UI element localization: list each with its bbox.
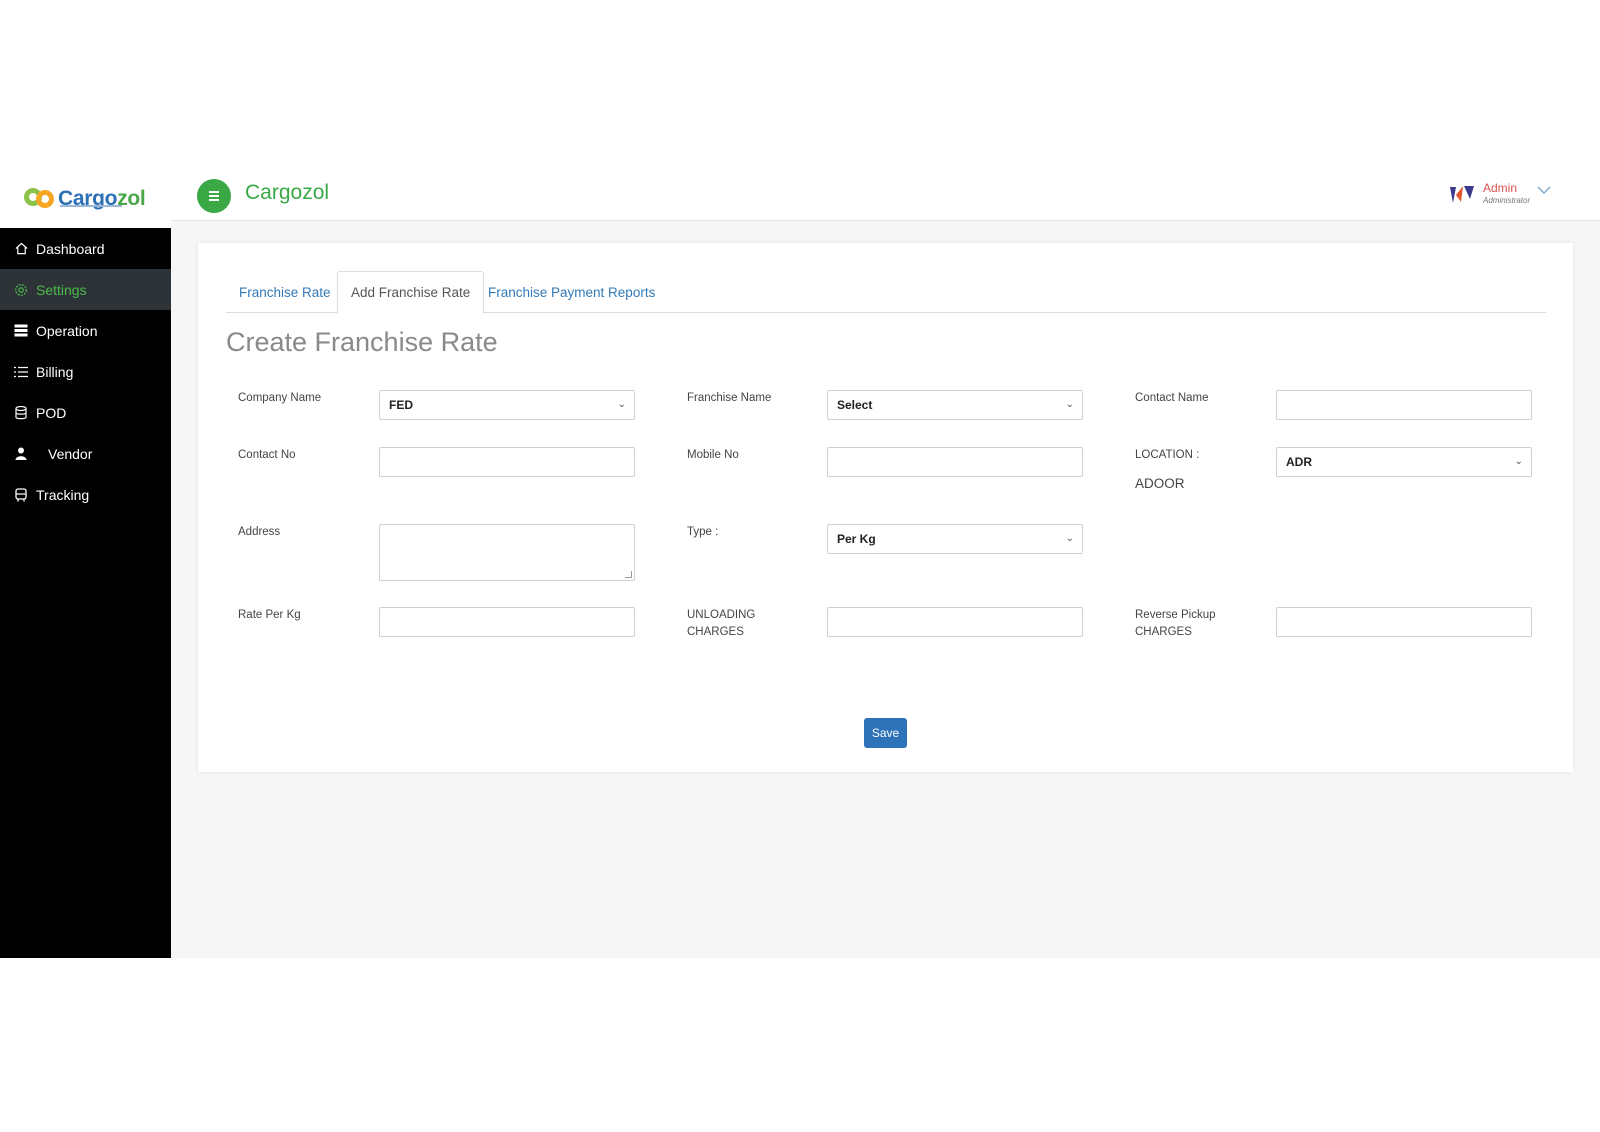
company-name-select[interactable]: FED ⌄ <box>379 390 635 420</box>
sidebar-item-settings[interactable]: Settings <box>0 269 171 310</box>
sidebar-item-label: Settings <box>36 281 87 298</box>
sidebar-item-dashboard[interactable]: Dashboard <box>0 228 171 269</box>
user-name[interactable]: Admin <box>1483 181 1517 195</box>
app-root: Cargozol Dashboard Settings Operation Bi… <box>0 169 1600 958</box>
logo-tagline <box>60 205 122 207</box>
form-card: Franchise Rate Add Franchise Rate Franch… <box>198 243 1573 772</box>
chevron-down-icon: ⌄ <box>617 399 626 410</box>
contact-name-field[interactable] <box>1276 390 1532 420</box>
user-role: Administrator <box>1483 196 1531 205</box>
reverse-pickup-charges-field[interactable] <box>1276 607 1532 637</box>
user-icon <box>12 447 30 460</box>
type-select[interactable]: Per Kg ⌄ <box>827 524 1083 554</box>
tab-franchise-rate[interactable]: Franchise Rate <box>226 271 344 313</box>
sidebar: Cargozol Dashboard Settings Operation Bi… <box>0 169 171 958</box>
chevron-down-icon: ⌄ <box>1065 533 1074 544</box>
sidebar-nav: Dashboard Settings Operation Billing POD… <box>0 228 171 515</box>
type-value: Per Kg <box>837 532 876 546</box>
unloading-charges-label: UNLOADING CHARGES <box>687 609 756 638</box>
tab-add-franchise-rate[interactable]: Add Franchise Rate <box>337 271 485 314</box>
sidebar-item-label: Dashboard <box>36 240 105 257</box>
home-icon <box>12 242 30 255</box>
save-button[interactable]: Save <box>864 718 907 748</box>
sidebar-item-label: Billing <box>36 363 74 380</box>
logo-mark-icon <box>24 184 56 214</box>
mobile-no-field[interactable] <box>827 447 1083 477</box>
address-textarea[interactable] <box>379 524 635 581</box>
company-name-label: Company Name <box>238 392 322 404</box>
sidebar-item-label: Tracking <box>36 486 90 503</box>
hamburger-icon <box>209 191 219 193</box>
mobile-no-label: Mobile No <box>687 449 739 461</box>
contact-no-label: Contact No <box>238 449 296 461</box>
server-icon <box>12 324 30 337</box>
page-title: Create Franchise Rate <box>226 327 498 357</box>
address-label: Address <box>238 526 281 538</box>
user-avatar-logo-icon[interactable] <box>1448 183 1476 205</box>
database-icon <box>12 405 30 420</box>
logo[interactable]: Cargozol <box>0 169 171 228</box>
company-name-value: FED <box>389 398 413 412</box>
type-label: Type : <box>687 526 719 538</box>
rate-per-kg-field[interactable] <box>379 607 635 637</box>
location-display-name: ADOOR <box>1135 476 1185 491</box>
location-value: ADR <box>1286 455 1312 469</box>
franchise-name-select[interactable]: Select ⌄ <box>827 390 1083 420</box>
sidebar-item-tracking[interactable]: Tracking <box>0 474 171 515</box>
chevron-down-icon[interactable] <box>1537 183 1551 197</box>
rate-per-kg-label: Rate Per Kg <box>238 609 301 621</box>
chevron-down-icon: ⌄ <box>1065 399 1074 410</box>
sidebar-item-billing[interactable]: Billing <box>0 351 171 392</box>
sidebar-item-pod[interactable]: POD <box>0 392 171 433</box>
contact-name-label: Contact Name <box>1135 392 1209 404</box>
franchise-name-value: Select <box>837 398 873 412</box>
contact-no-field[interactable] <box>379 447 635 477</box>
sidebar-item-operation[interactable]: Operation <box>0 310 171 351</box>
franchise-name-label: Franchise Name <box>687 392 772 404</box>
tab-bar: Franchise Rate Add Franchise Rate Franch… <box>226 271 1546 314</box>
resize-handle-icon[interactable] <box>625 571 632 578</box>
chevron-down-icon: ⌄ <box>1514 456 1523 467</box>
app-title: Cargozol <box>245 181 330 204</box>
location-select[interactable]: ADR ⌄ <box>1276 447 1532 477</box>
top-header: Cargozol Admin Administrator <box>171 169 1600 221</box>
list-icon <box>12 366 30 378</box>
bus-icon <box>12 487 30 502</box>
sidebar-item-label: POD <box>36 404 67 421</box>
menu-toggle-button[interactable] <box>197 179 231 213</box>
gear-icon <box>12 283 30 297</box>
reverse-pickup-charges-label: Reverse Pickup CHARGES <box>1135 609 1216 638</box>
sidebar-item-label: Operation <box>36 322 98 339</box>
location-label: LOCATION : <box>1135 449 1200 461</box>
sidebar-item-label: Vendor <box>48 445 93 462</box>
tab-franchise-payment-reports[interactable]: Franchise Payment Reports <box>475 271 668 313</box>
sidebar-item-vendor[interactable]: Vendor <box>0 433 171 474</box>
unloading-charges-field[interactable] <box>827 607 1083 637</box>
